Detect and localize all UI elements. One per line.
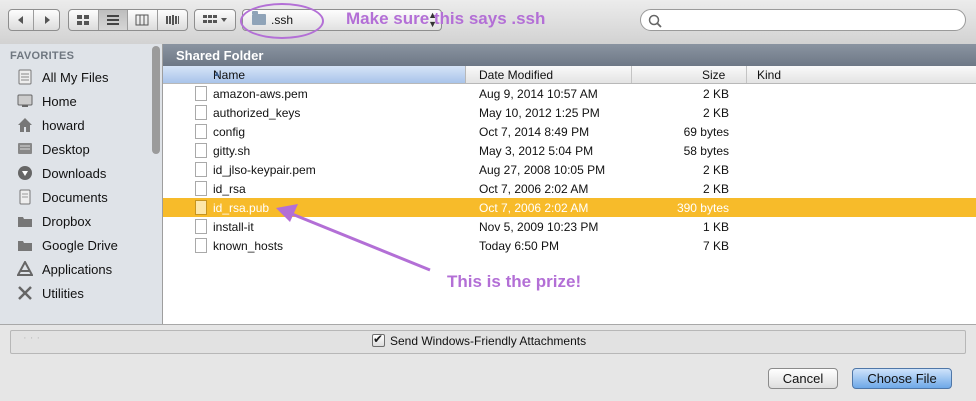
cancel-button[interactable]: Cancel [768, 368, 838, 389]
prize-annotation: This is the prize! [447, 272, 582, 291]
options-panel: · · · Send Windows-Friendly Attachments … [0, 324, 976, 401]
choose-file-button[interactable]: Choose File [852, 368, 952, 389]
ghost-text: · · · [23, 332, 41, 344]
checkbox-label[interactable]: Send Windows-Friendly Attachments [390, 334, 586, 348]
send-windows-friendly-checkbox[interactable] [372, 332, 385, 347]
